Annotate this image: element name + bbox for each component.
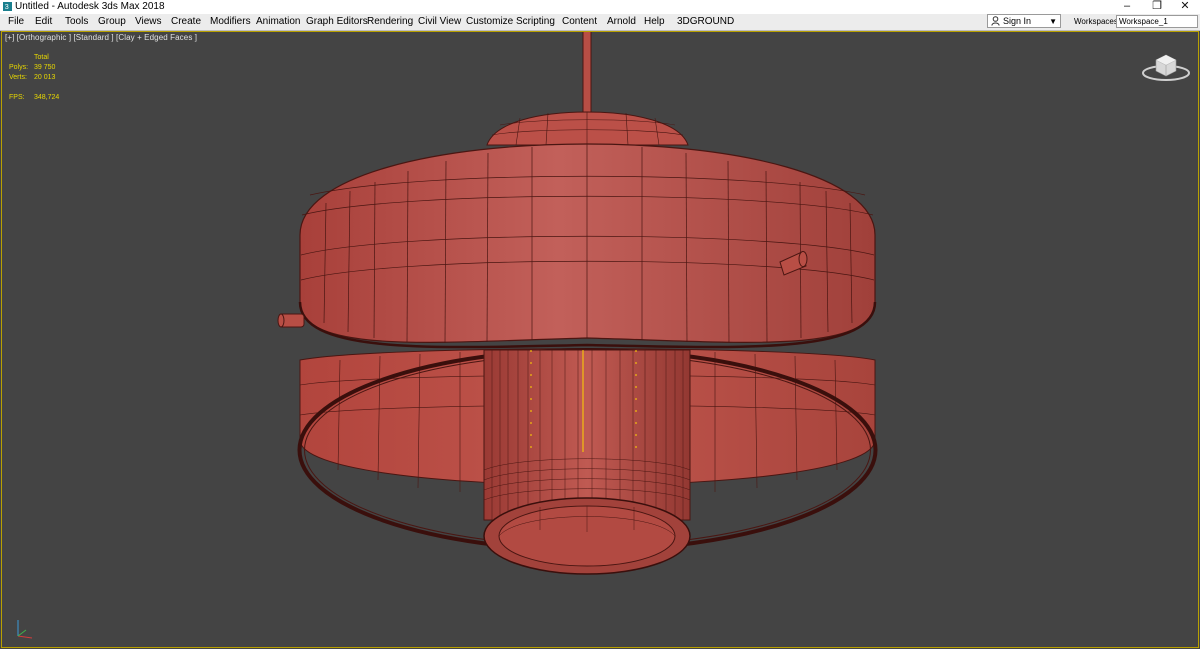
- viewport-label[interactable]: [+] [Orthographic ] [Standard ] [Clay + …: [5, 33, 197, 42]
- close-button[interactable]: ✕: [1170, 0, 1200, 14]
- sign-in-dropdown[interactable]: Sign In ▼: [987, 14, 1061, 28]
- menu-content[interactable]: Content: [562, 16, 597, 28]
- title-bar: 3 Untitled - Autodesk 3ds Max 2018 – ❐ ✕: [0, 0, 1200, 14]
- menu-tools[interactable]: Tools: [65, 16, 88, 28]
- menu-views[interactable]: Views: [135, 16, 162, 28]
- svg-text:3: 3: [5, 2, 9, 11]
- menu-graph-editors[interactable]: Graph Editors: [306, 16, 368, 28]
- menu-arnold[interactable]: Arnold: [607, 16, 636, 28]
- chevron-down-icon: ▼: [1049, 17, 1057, 26]
- lamp-model[interactable]: [0, 31, 1200, 649]
- 3dsmax-logo-icon: 3: [3, 2, 12, 11]
- workspace-value: Workspace_1: [1119, 17, 1168, 26]
- menu-group[interactable]: Group: [98, 16, 126, 28]
- menu-customize[interactable]: Customize: [466, 16, 513, 28]
- polys-label: Polys:: [9, 64, 29, 71]
- menu-rendering[interactable]: Rendering: [367, 16, 413, 28]
- workspaces-label: Workspaces:: [1074, 17, 1121, 26]
- sign-in-label: Sign In: [1003, 16, 1032, 26]
- restore-button[interactable]: ❐: [1142, 0, 1172, 14]
- fps-value: 348,724: [34, 94, 60, 101]
- fps-label: FPS:: [9, 94, 25, 101]
- user-icon: [991, 16, 1000, 26]
- menu-edit[interactable]: Edit: [35, 16, 52, 28]
- verts-label: Verts:: [9, 74, 27, 81]
- menu-file[interactable]: File: [8, 16, 24, 28]
- menu-help[interactable]: Help: [644, 16, 665, 28]
- menu-modifiers[interactable]: Modifiers: [210, 16, 251, 28]
- menu-scripting[interactable]: Scripting: [516, 16, 555, 28]
- polys-value: 39 750: [34, 64, 56, 71]
- stats-header: Total: [34, 54, 49, 61]
- workspace-select[interactable]: Workspace_1: [1116, 15, 1198, 28]
- menu-animation[interactable]: Animation: [256, 16, 300, 28]
- verts-value: 20 013: [34, 74, 56, 81]
- window-title: Untitled - Autodesk 3ds Max 2018: [15, 1, 165, 12]
- viewcube-icon[interactable]: [1141, 50, 1191, 84]
- menu-civil-view[interactable]: Civil View: [418, 16, 461, 28]
- menu-3dground[interactable]: 3DGROUND: [677, 16, 734, 28]
- axis-tripod-icon: [17, 620, 33, 639]
- menu-create[interactable]: Create: [171, 16, 201, 28]
- minimize-button[interactable]: –: [1112, 0, 1142, 14]
